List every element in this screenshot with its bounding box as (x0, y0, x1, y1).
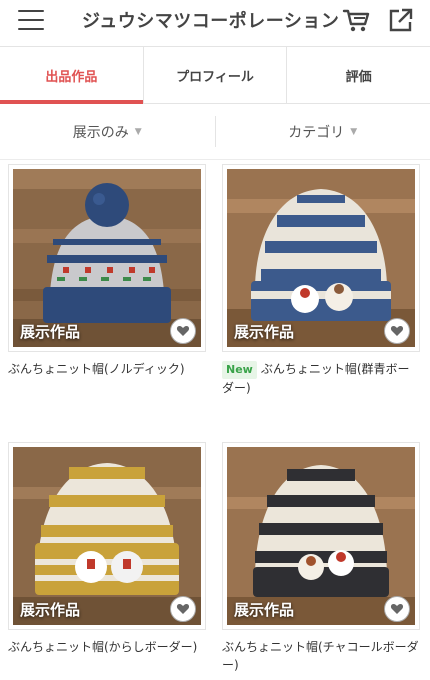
filter-bar: 展示のみ ▼ カテゴリ ▼ (0, 104, 430, 160)
item-title[interactable]: ぶんちょニット帽(からしボーダー) (8, 638, 206, 656)
favorite-button[interactable] (170, 318, 196, 344)
category-filter-label: カテゴリ (288, 124, 345, 141)
profile-tabs: 出品作品 プロフィール 評価 (0, 46, 430, 104)
item-title-text: ぶんちょニット帽(チャコールボーダー) (222, 640, 419, 672)
heart-icon (390, 326, 404, 336)
exhibit-label: 展示作品 (20, 601, 81, 619)
item-title[interactable]: ぶんちょニット帽(ノルディック) (8, 360, 206, 378)
tab-items[interactable]: 出品作品 (0, 47, 144, 104)
heart-icon (176, 326, 190, 336)
new-badge: New (222, 361, 257, 379)
hamburger-menu-icon[interactable] (18, 9, 44, 31)
favorite-button[interactable] (384, 318, 410, 344)
heart-icon (176, 604, 190, 614)
display-filter-dropdown[interactable]: 展示のみ ▼ (0, 104, 215, 159)
heart-icon (390, 604, 404, 614)
exhibit-label: 展示作品 (234, 601, 295, 619)
favorite-button[interactable] (384, 596, 410, 622)
item-title-text: ぶんちょニット帽(からしボーダー) (8, 640, 198, 654)
display-filter-label: 展示のみ (72, 124, 129, 141)
external-link-icon[interactable] (388, 7, 414, 33)
favorite-button[interactable] (170, 596, 196, 622)
shop-name: ジュウシマツコーポレーション (82, 11, 340, 32)
tab-profile[interactable]: プロフィール (144, 47, 288, 103)
app-header: ジュウシマツコーポレーション (0, 0, 430, 40)
item-title-text: ぶんちょニット帽(ノルディック) (8, 362, 185, 376)
exhibit-label: 展示作品 (20, 323, 81, 341)
item-title[interactable]: New ぶんちょニット帽(群青ボーダー) (222, 360, 420, 397)
category-filter-dropdown[interactable]: カテゴリ ▼ (216, 104, 430, 159)
tab-reviews[interactable]: 評価 (287, 47, 430, 103)
caret-down-icon: ▼ (350, 126, 358, 137)
caret-down-icon: ▼ (134, 126, 142, 137)
shopping-cart-icon[interactable] (342, 7, 370, 33)
item-title[interactable]: ぶんちょニット帽(チャコールボーダー) (222, 638, 420, 674)
exhibit-label: 展示作品 (234, 323, 295, 341)
